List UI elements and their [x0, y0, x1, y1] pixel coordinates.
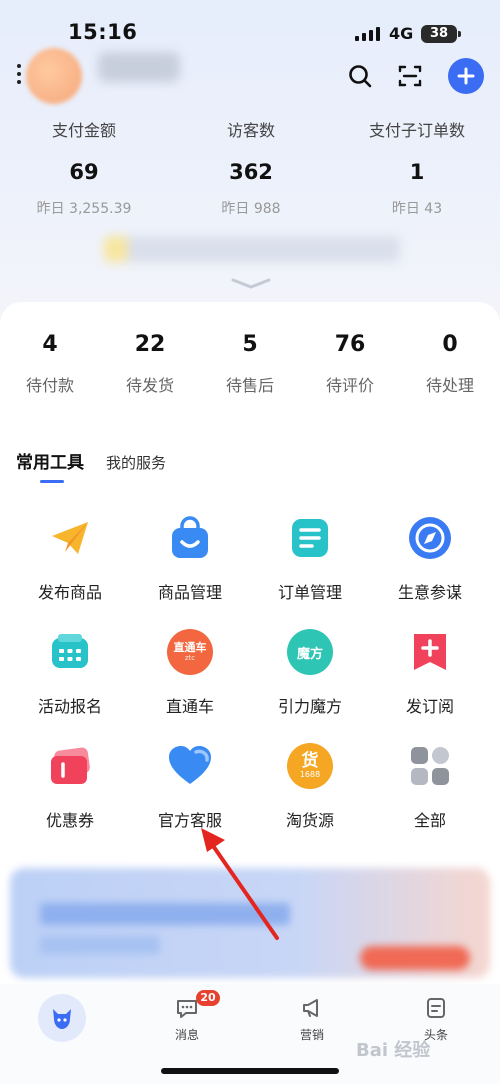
megaphone-icon	[303, 999, 318, 1017]
stat-value: 1	[409, 160, 425, 184]
battery-icon: 38	[421, 25, 461, 43]
status-time: 15:16	[68, 20, 138, 44]
taohuoyuan-icon: 货 1688	[286, 742, 334, 790]
all-icon	[406, 742, 454, 790]
tool-event-signup[interactable]: 活动报名	[10, 628, 130, 722]
order-label: 待售后	[225, 376, 274, 395]
ztc-logo-sub: ztc	[184, 653, 196, 662]
order-pending-shipment[interactable]: 22 待发货	[100, 330, 200, 396]
stat-prev: 昨日 988	[221, 201, 281, 217]
tool-label: 发布商品	[37, 583, 102, 602]
status-bar: 15:16 4G 38	[0, 0, 500, 56]
scan-icon[interactable]	[392, 58, 428, 94]
ztc-icon: 直通车 ztc	[166, 628, 214, 676]
tool-coupon[interactable]: 优惠券	[10, 742, 130, 836]
home-icon	[53, 1009, 71, 1029]
stat-label: 支付金额	[51, 121, 116, 140]
message-badge: 20	[196, 990, 220, 1006]
stat-prev: 昨日 3,255.39	[36, 201, 132, 217]
order-count: 22	[134, 332, 166, 357]
tool-label: 生意参谋	[397, 583, 462, 602]
tool-label: 引力魔方	[277, 697, 342, 716]
menu-icon[interactable]	[17, 64, 21, 84]
tool-publish-product[interactable]: 发布商品	[10, 514, 130, 608]
order-label: 待发货	[125, 376, 174, 395]
tool-subscribe[interactable]: 发订阅	[370, 628, 490, 722]
order-status-row: 4 待付款 22 待发货 5 待售后 76 待评价 0 待处理	[0, 330, 500, 396]
stat-label: 访客数	[226, 121, 275, 140]
order-pending-review[interactable]: 76 待评价	[300, 330, 400, 396]
order-after-sales[interactable]: 5 待售后	[200, 330, 300, 396]
tool-label: 优惠券	[45, 811, 94, 830]
tools-tabs: 常用工具 我的服务	[16, 448, 166, 483]
stat-sub-orders[interactable]: 支付子订单数 1 昨日 43	[334, 118, 500, 218]
order-count: 5	[242, 332, 258, 357]
tool-label: 淘货源	[285, 811, 334, 830]
tab-common-tools[interactable]: 常用工具	[16, 448, 84, 483]
heart-icon	[166, 742, 214, 790]
shop-name-blurred[interactable]	[98, 52, 180, 82]
nav-label: 营销	[299, 1028, 324, 1042]
ztc-logo-text: 直通车	[173, 640, 207, 654]
avatar[interactable]	[26, 48, 82, 104]
order-count: 0	[442, 332, 458, 357]
network-type: 4G	[389, 24, 414, 43]
mofang-logo-text: 魔方	[296, 646, 323, 662]
order-label: 待处理	[425, 376, 474, 395]
taohuoyuan-logo-text: 货	[301, 751, 319, 771]
news-icon	[427, 998, 445, 1018]
stats-row: 支付金额 69 昨日 3,255.39 访客数 362 昨日 988 支付子订单…	[0, 118, 500, 218]
home-indicator[interactable]	[161, 1068, 339, 1074]
tool-label: 发订阅	[405, 697, 454, 716]
tool-label: 订单管理	[277, 583, 342, 602]
add-button[interactable]	[448, 58, 484, 94]
ticket-icon	[46, 628, 94, 676]
search-icon[interactable]	[342, 58, 378, 94]
tool-business-advisor[interactable]: 生意参谋	[370, 514, 490, 608]
tool-taohuoyuan[interactable]: 货 1688 淘货源	[250, 742, 370, 836]
tool-ztc[interactable]: 直通车 ztc 直通车	[130, 628, 250, 722]
tool-all[interactable]: 全部	[370, 742, 490, 836]
stat-value: 69	[69, 160, 99, 184]
order-list-icon	[286, 514, 334, 562]
mofang-icon: 魔方	[286, 628, 334, 676]
bag-icon	[166, 514, 214, 562]
signal-icon	[355, 27, 380, 41]
publish-icon	[46, 514, 94, 562]
order-label: 待评价	[325, 376, 374, 395]
nav-home[interactable]	[38, 994, 86, 1042]
tab-my-services[interactable]: 我的服务	[106, 452, 166, 473]
subscribe-icon	[406, 628, 454, 676]
stat-prev: 昨日 43	[391, 201, 443, 217]
order-pending-payment[interactable]: 4 待付款	[0, 330, 100, 396]
tools-grid: 发布商品 商品管理 订单管理 生意参谋 活动报名 直通车 ztc 直通车 魔方 …	[10, 514, 490, 836]
nav-label: 消息	[174, 1028, 199, 1042]
watermark: Bai 经验	[356, 1040, 431, 1061]
order-count: 4	[42, 332, 58, 357]
order-pending-handle[interactable]: 0 待处理	[400, 330, 500, 396]
taohuoyuan-logo-sub: 1688	[299, 770, 321, 779]
tool-label: 商品管理	[157, 583, 222, 602]
compass-icon	[406, 514, 454, 562]
notice-banner-blurred[interactable]	[104, 236, 400, 262]
red-annotation-arrow	[201, 828, 279, 940]
tool-label: 直通车	[165, 697, 214, 716]
tool-product-management[interactable]: 商品管理	[130, 514, 250, 608]
tool-label: 活动报名	[37, 697, 102, 716]
stat-value: 362	[229, 160, 273, 184]
coupon-icon	[46, 742, 94, 790]
tool-mofang[interactable]: 魔方 引力魔方	[250, 628, 370, 722]
tool-official-support[interactable]: 官方客服	[130, 742, 250, 836]
order-label: 待付款	[25, 376, 74, 395]
nav-marketing[interactable]: 营销	[282, 996, 342, 1043]
order-count: 76	[334, 332, 366, 357]
stat-visitors[interactable]: 访客数 362 昨日 988	[168, 118, 334, 218]
stat-label: 支付子订单数	[368, 121, 465, 140]
tool-label: 全部	[413, 811, 446, 830]
stat-payment[interactable]: 支付金额 69 昨日 3,255.39	[0, 118, 168, 218]
chevron-down-icon[interactable]	[231, 278, 271, 290]
add-icon	[457, 67, 475, 85]
tool-order-management[interactable]: 订单管理	[250, 514, 370, 608]
